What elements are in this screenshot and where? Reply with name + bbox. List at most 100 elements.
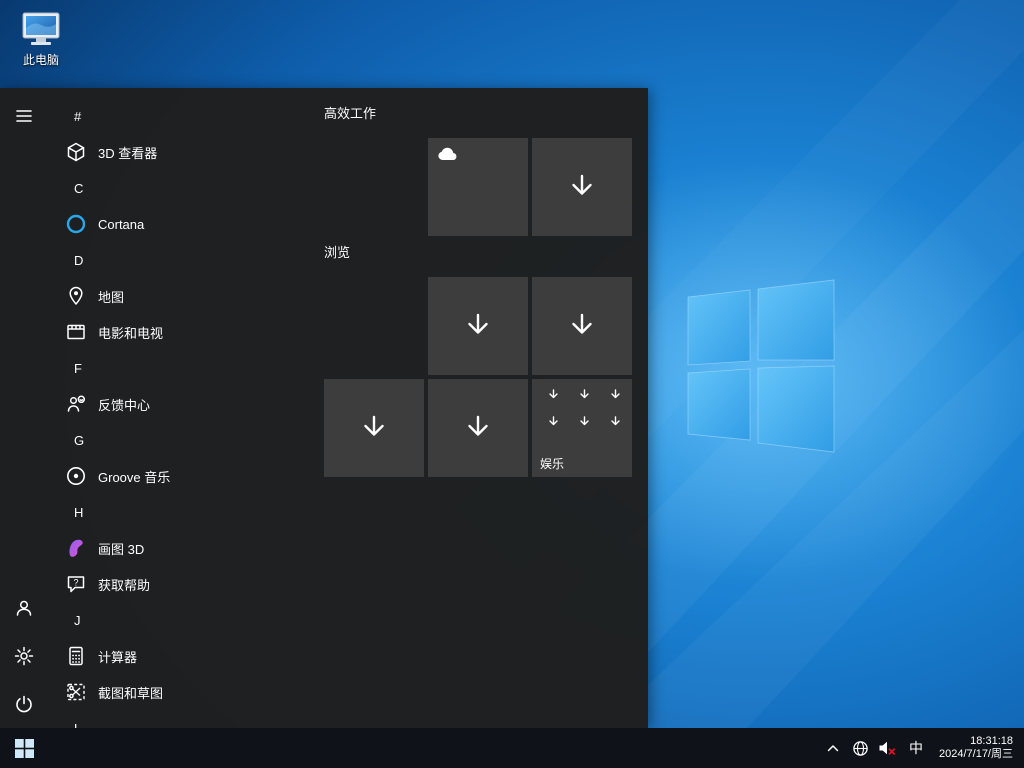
tile-group-label[interactable]: 高效工作 bbox=[324, 104, 636, 124]
downloading-app-tile[interactable] bbox=[532, 138, 632, 236]
app-section-header[interactable]: H bbox=[48, 494, 324, 530]
user-icon bbox=[14, 598, 34, 618]
network-status-button[interactable] bbox=[849, 728, 871, 768]
tray-time: 18:31:18 bbox=[939, 735, 1013, 748]
viewer3d-icon bbox=[64, 140, 88, 164]
globe-network-icon bbox=[852, 740, 869, 757]
hidden-icons-button[interactable] bbox=[822, 728, 844, 768]
tray-date: 2024/7/17/周三 bbox=[939, 748, 1013, 761]
app-label: 电影和电视 bbox=[98, 323, 163, 342]
start-menu: #3D 查看器 C Cortana D 地图电影和电视 F 反馈中心 G Groove 音乐 H 画… bbox=[0, 88, 648, 728]
tile-group: 高效工作 bbox=[324, 104, 636, 236]
power-button[interactable] bbox=[0, 680, 48, 728]
download-arrow-icon bbox=[609, 415, 622, 428]
hamburger-icon bbox=[16, 109, 32, 123]
app-section-header[interactable]: L bbox=[48, 710, 324, 728]
svg-text:?: ? bbox=[73, 578, 78, 588]
clock[interactable]: 18:31:18 2024/7/17/周三 bbox=[934, 735, 1018, 761]
app-label: Cortana bbox=[98, 217, 144, 232]
download-arrow-icon bbox=[547, 415, 560, 428]
app-label: 画图 3D bbox=[98, 539, 144, 558]
app-item[interactable]: Groove 音乐 bbox=[48, 458, 324, 494]
tile-group: 浏览娱乐 bbox=[324, 243, 636, 477]
app-item[interactable]: 截图和草图 bbox=[48, 674, 324, 710]
app-item[interactable]: ? 获取帮助 bbox=[48, 566, 324, 602]
app-item[interactable]: 3D 查看器 bbox=[48, 134, 324, 170]
download-arrow-icon bbox=[357, 411, 391, 445]
section-letter: L bbox=[74, 721, 81, 729]
gethelp-icon: ? bbox=[64, 572, 88, 596]
calc-icon bbox=[64, 644, 88, 668]
section-letter: F bbox=[74, 361, 82, 376]
download-arrow-icon bbox=[461, 411, 495, 445]
downloading-app-tile[interactable] bbox=[428, 379, 528, 477]
app-item[interactable]: Cortana bbox=[48, 206, 324, 242]
app-label: 反馈中心 bbox=[98, 395, 150, 414]
tile-group-label[interactable]: 浏览 bbox=[324, 243, 636, 263]
section-letter: # bbox=[74, 109, 81, 124]
entertainment-folder-tile[interactable]: 娱乐 bbox=[532, 379, 632, 477]
groove-icon bbox=[64, 464, 88, 488]
movies-icon bbox=[64, 320, 88, 344]
section-letter: G bbox=[74, 433, 84, 448]
start-menu-rail bbox=[0, 88, 48, 728]
section-letter: D bbox=[74, 253, 83, 268]
app-list: #3D 查看器 C Cortana D 地图电影和电视 F 反馈中心 G Groove 音乐 H 画… bbox=[48, 98, 324, 728]
app-label: 获取帮助 bbox=[98, 575, 150, 594]
app-section-header[interactable]: # bbox=[48, 98, 324, 134]
settings-button[interactable] bbox=[0, 632, 48, 680]
this-pc-shortcut[interactable]: 此电脑 bbox=[12, 10, 70, 68]
download-arrow-icon bbox=[565, 309, 599, 343]
this-pc-label: 此电脑 bbox=[12, 51, 70, 68]
folder-tile-downloads bbox=[540, 388, 628, 428]
download-arrow-icon bbox=[547, 388, 560, 401]
downloading-app-tile[interactable] bbox=[324, 379, 424, 477]
user-account-button[interactable] bbox=[0, 584, 48, 632]
expand-menu-button[interactable] bbox=[0, 92, 48, 140]
app-section-header[interactable]: J bbox=[48, 602, 324, 638]
app-section-header[interactable]: C bbox=[48, 170, 324, 206]
tile-area: 高效工作浏览娱乐 bbox=[324, 88, 648, 728]
app-label: Groove 音乐 bbox=[98, 467, 170, 486]
feedback-icon bbox=[64, 392, 88, 416]
start-button[interactable] bbox=[0, 728, 48, 768]
app-label: 地图 bbox=[98, 287, 124, 306]
cortana-icon bbox=[64, 212, 88, 236]
section-letter: H bbox=[74, 505, 83, 520]
app-item[interactable]: 电影和电视 bbox=[48, 314, 324, 350]
paint3d-icon bbox=[64, 536, 88, 560]
app-section-header[interactable]: G bbox=[48, 422, 324, 458]
app-label: 计算器 bbox=[98, 647, 137, 666]
app-item[interactable]: 反馈中心 bbox=[48, 386, 324, 422]
onedrive-cloud-icon bbox=[437, 147, 459, 161]
download-arrow-icon bbox=[461, 309, 495, 343]
folder-tile-label: 娱乐 bbox=[540, 455, 564, 472]
desktop: 此电脑 #3D 查看器 C Cortana D 地图电影和电视 F 反馈中心 G Groove … bbox=[0, 0, 1024, 768]
system-tray: 中 18:31:18 2024/7/17/周三 bbox=[822, 728, 1024, 768]
app-section-header[interactable]: F bbox=[48, 350, 324, 386]
app-item[interactable]: 地图 bbox=[48, 278, 324, 314]
app-label: 3D 查看器 bbox=[98, 143, 157, 162]
gear-icon bbox=[14, 646, 34, 666]
snip-icon bbox=[64, 680, 88, 704]
app-item[interactable]: 计算器 bbox=[48, 638, 324, 674]
chevron-up-icon bbox=[826, 743, 840, 753]
section-letter: J bbox=[74, 613, 81, 628]
app-label: 截图和草图 bbox=[98, 683, 163, 702]
windows-logo-icon bbox=[15, 739, 34, 758]
app-section-header[interactable]: D bbox=[48, 242, 324, 278]
onedrive-downloading-tile[interactable] bbox=[428, 138, 528, 236]
computer-monitor-icon bbox=[19, 10, 63, 50]
volume-button[interactable] bbox=[876, 728, 898, 768]
section-letter: C bbox=[74, 181, 83, 196]
power-icon bbox=[14, 694, 34, 714]
downloading-app-tile[interactable] bbox=[532, 277, 632, 375]
ime-indicator[interactable]: 中 bbox=[903, 728, 929, 768]
download-arrow-icon bbox=[578, 415, 591, 428]
speaker-muted-icon bbox=[878, 740, 897, 756]
download-arrow-icon bbox=[565, 170, 599, 204]
app-item[interactable]: 画图 3D bbox=[48, 530, 324, 566]
downloading-app-tile[interactable] bbox=[428, 277, 528, 375]
download-arrow-icon bbox=[578, 388, 591, 401]
taskbar: 中 18:31:18 2024/7/17/周三 bbox=[0, 728, 1024, 768]
